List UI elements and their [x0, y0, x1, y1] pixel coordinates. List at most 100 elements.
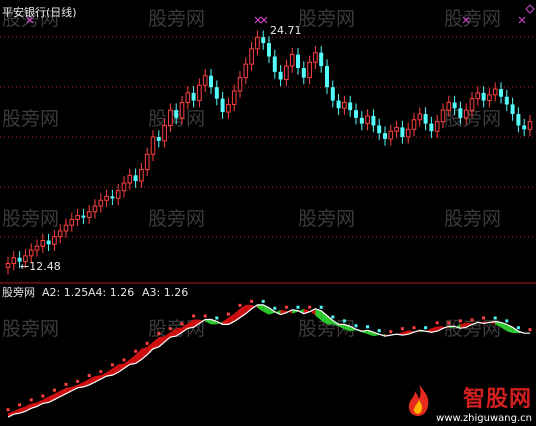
candle[interactable]: [475, 86, 481, 106]
candle[interactable]: [255, 30, 260, 56]
candle[interactable]: [104, 189, 109, 207]
indicator-name: 股旁网: [2, 285, 35, 299]
chart-title: 平安银行(日线): [2, 5, 77, 19]
candle[interactable]: [429, 116, 434, 138]
candle[interactable]: [69, 212, 75, 232]
candle[interactable]: [388, 124, 394, 146]
indicator-dot: [342, 319, 346, 323]
indicator-dot: [308, 305, 312, 309]
candle[interactable]: [348, 95, 353, 117]
candlestick-series[interactable]: [5, 30, 533, 275]
candle[interactable]: [423, 107, 428, 131]
candle[interactable]: [133, 168, 138, 188]
candle[interactable]: [75, 208, 80, 227]
candle[interactable]: [5, 256, 11, 275]
candle[interactable]: [272, 49, 277, 79]
candle[interactable]: [289, 47, 295, 73]
stock-chart-canvas[interactable]: 股旁网 股旁网 股旁网 股旁网股旁网 股旁网 股旁网股旁网 股旁网 股旁网 股旁网股旁网 股旁网股…: [0, 0, 536, 426]
candle[interactable]: [325, 59, 329, 94]
candle[interactable]: [144, 147, 150, 177]
candle[interactable]: [307, 55, 312, 85]
indicator-dot: [505, 319, 509, 323]
candle[interactable]: [86, 205, 92, 225]
candle[interactable]: [354, 103, 358, 125]
candle[interactable]: [191, 86, 196, 108]
candle[interactable]: [383, 126, 387, 146]
candle[interactable]: [499, 82, 503, 104]
candle[interactable]: [197, 78, 202, 108]
candle[interactable]: [365, 109, 370, 131]
candle[interactable]: [527, 114, 533, 137]
candle[interactable]: [296, 47, 300, 75]
candle[interactable]: [98, 193, 104, 213]
indicator-dot: [447, 321, 451, 325]
candle[interactable]: [359, 111, 364, 131]
candle[interactable]: [150, 130, 156, 161]
candle[interactable]: [330, 80, 335, 108]
candle[interactable]: [319, 45, 324, 73]
candle[interactable]: [110, 189, 115, 206]
candle[interactable]: [237, 70, 243, 98]
candle[interactable]: [249, 42, 254, 71]
indicator-dot: [203, 314, 207, 318]
candle[interactable]: [516, 107, 521, 133]
indicator-dot: [168, 327, 172, 331]
candle[interactable]: [231, 84, 237, 112]
candle[interactable]: [301, 61, 306, 85]
watermark-text: 股旁网: [298, 208, 355, 230]
candle[interactable]: [417, 107, 423, 127]
indicator-dot: [354, 324, 358, 328]
candle[interactable]: [34, 239, 40, 257]
brand-name: 智股网: [462, 387, 532, 412]
candle[interactable]: [481, 86, 486, 108]
indicator-dot: [29, 398, 33, 402]
candle[interactable]: [522, 118, 527, 137]
candle[interactable]: [185, 86, 191, 110]
candle[interactable]: [336, 93, 341, 115]
candle[interactable]: [411, 113, 417, 137]
candle[interactable]: [121, 176, 127, 198]
watermark-text: 股旁网: [444, 108, 501, 130]
candle[interactable]: [11, 251, 17, 271]
candle[interactable]: [52, 229, 57, 252]
candle[interactable]: [394, 120, 399, 138]
watermark-text: 股旁网: [2, 318, 59, 340]
candle[interactable]: [202, 68, 208, 92]
indicator-dot: [424, 326, 428, 330]
indicator-band: [129, 354, 136, 365]
candle[interactable]: [504, 90, 509, 112]
indicator-a2: A2: 1.25: [42, 286, 88, 299]
candle[interactable]: [220, 91, 225, 119]
candle[interactable]: [400, 120, 405, 144]
candle[interactable]: [487, 88, 492, 108]
candle[interactable]: [434, 114, 440, 138]
candle[interactable]: [226, 97, 231, 119]
indicator-dot: [400, 327, 404, 331]
indicator-dot: [412, 326, 416, 330]
candle[interactable]: [139, 162, 144, 188]
candle[interactable]: [278, 65, 283, 87]
indicator-dot: [331, 315, 335, 319]
indicator-dot: [180, 322, 184, 326]
watermark-text: 股旁网: [148, 8, 205, 30]
candle[interactable]: [267, 36, 271, 64]
candle[interactable]: [405, 122, 411, 144]
candle[interactable]: [284, 59, 289, 87]
candle[interactable]: [63, 218, 69, 238]
candle[interactable]: [209, 68, 213, 94]
indicator-dot: [458, 319, 462, 323]
candle[interactable]: [313, 45, 318, 69]
candle[interactable]: [342, 95, 347, 115]
candle[interactable]: [46, 233, 51, 252]
candle[interactable]: [243, 57, 249, 85]
candle[interactable]: [156, 130, 161, 148]
candle[interactable]: [81, 208, 86, 225]
candle[interactable]: [371, 109, 376, 133]
indicator-dot: [64, 382, 68, 386]
candle[interactable]: [510, 97, 515, 121]
candle[interactable]: [214, 80, 219, 106]
candle[interactable]: [92, 199, 98, 219]
candle[interactable]: [492, 82, 498, 102]
watermark-text: 股旁网: [444, 8, 501, 30]
candle[interactable]: [261, 30, 266, 50]
